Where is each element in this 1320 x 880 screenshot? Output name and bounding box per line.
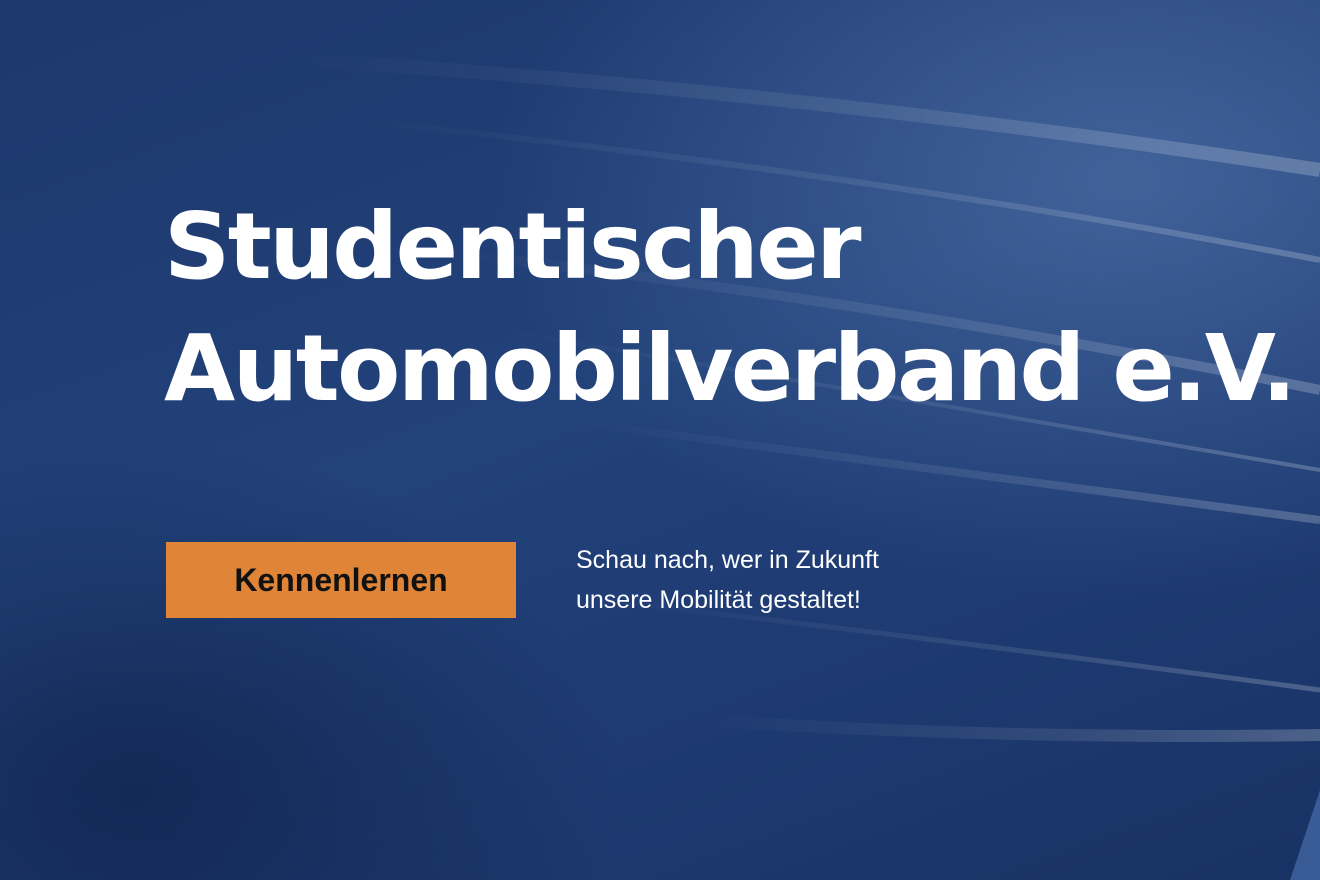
light-streaks-background	[299, 53, 1320, 880]
tagline-line-2: unsere Mobilität gestaltet!	[576, 586, 861, 614]
tagline: Schau nach, wer in Zukunft unsere Mobili…	[576, 540, 879, 620]
hero-section: Studentischer Automobilverband e.V. Kenn…	[0, 0, 1320, 880]
kennenlernen-button[interactable]: Kennenlernen	[166, 542, 516, 618]
title-line-2: Automobilverband e.V.	[164, 315, 1297, 422]
tagline-line-1: Schau nach, wer in Zukunft	[576, 546, 879, 574]
page-title: Studentischer Automobilverband e.V.	[164, 186, 1297, 430]
title-line-1: Studentischer	[164, 193, 862, 300]
